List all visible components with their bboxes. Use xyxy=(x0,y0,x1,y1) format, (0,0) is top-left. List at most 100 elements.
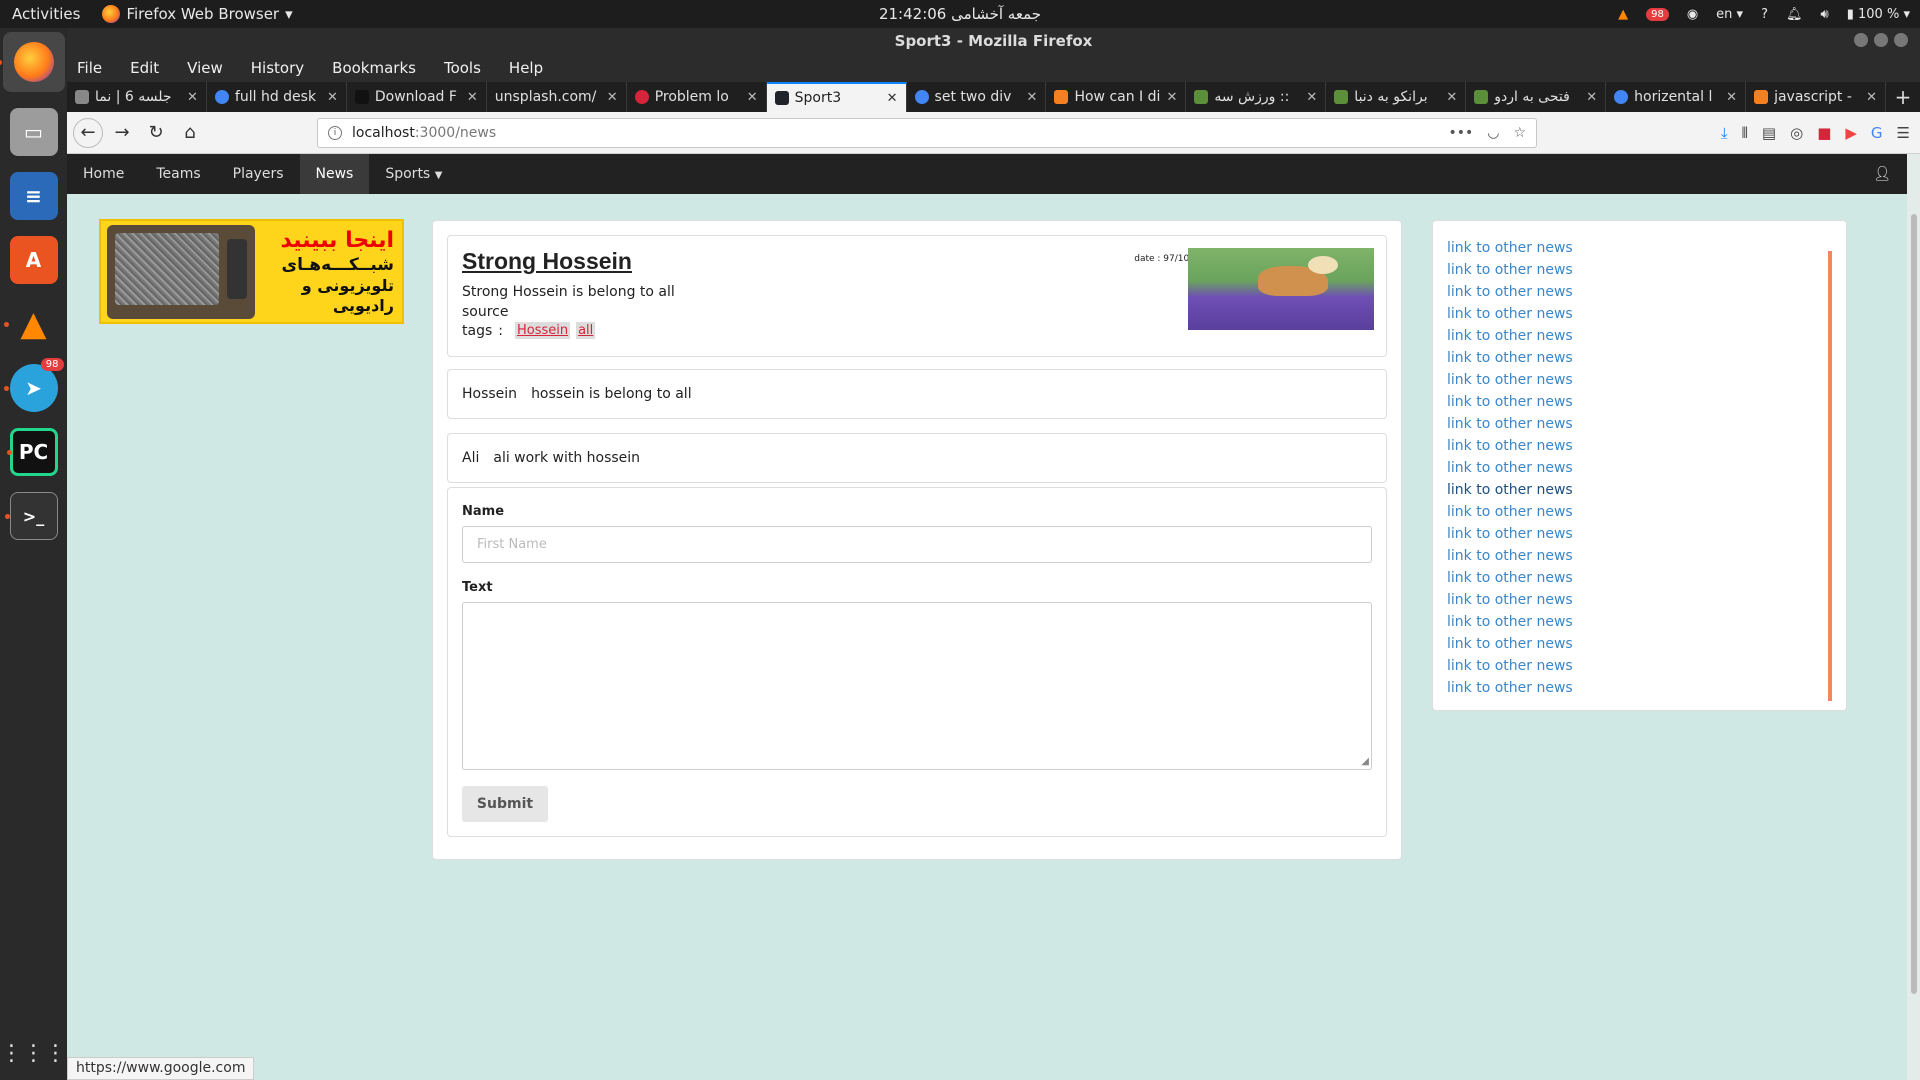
more-actions-icon[interactable]: ••• xyxy=(1448,125,1473,141)
show-applications-icon[interactable]: ⋮⋮⋮ xyxy=(1,1041,67,1066)
other-news-link[interactable]: link to other news xyxy=(1447,435,1573,457)
app-menu[interactable]: Firefox Web Browser ▾ xyxy=(102,5,293,23)
other-news-link[interactable]: link to other news xyxy=(1447,589,1573,611)
menu-bookmarks[interactable]: Bookmarks xyxy=(332,59,416,77)
info-icon[interactable]: i xyxy=(328,125,342,140)
dock-writer[interactable]: ≡ xyxy=(9,172,58,220)
sidebar-icon[interactable]: ▤ xyxy=(1762,124,1776,142)
other-news-link[interactable]: link to other news xyxy=(1447,611,1573,633)
telegram-tray-badge[interactable]: 98 xyxy=(1646,7,1669,21)
clock[interactable]: 21:42:06 جمعه آخشامی xyxy=(879,5,1041,23)
bookmark-star-icon[interactable]: ☆ xyxy=(1513,125,1526,141)
other-news-link[interactable]: link to other news xyxy=(1447,545,1573,567)
browser-tab[interactable]: horizental l ✕ xyxy=(1606,82,1747,112)
menu-tools[interactable]: Tools xyxy=(444,59,481,77)
nav-sports-dropdown[interactable]: Sports ▼ xyxy=(369,154,458,194)
menu-file[interactable]: File xyxy=(77,59,102,77)
other-news-link[interactable]: link to other news xyxy=(1447,347,1573,369)
other-news-link[interactable]: link to other news xyxy=(1447,369,1573,391)
help-icon[interactable]: ? xyxy=(1761,7,1768,22)
browser-tab[interactable]: جلسه 6 | نما ✕ xyxy=(67,82,207,112)
close-tab-icon[interactable]: ✕ xyxy=(1726,90,1737,105)
nav-home[interactable]: Home xyxy=(67,154,140,194)
bell-icon[interactable]: 🔔︎ xyxy=(1786,7,1803,22)
url-bar[interactable]: i localhost:3000/news ••• ◡ ☆ xyxy=(317,117,1537,148)
dock-terminal[interactable]: >_ xyxy=(4,492,58,540)
close-tab-icon[interactable]: ✕ xyxy=(187,90,198,105)
pocket-icon[interactable]: ◡ xyxy=(1487,125,1499,141)
other-news-link[interactable]: link to other news xyxy=(1447,457,1573,479)
close-icon[interactable] xyxy=(1894,33,1908,47)
other-news-link[interactable]: link to other news xyxy=(1447,479,1573,501)
close-tab-icon[interactable]: ✕ xyxy=(1166,90,1177,105)
browser-tab[interactable]: برانکو به دنبا ✕ xyxy=(1326,82,1467,112)
back-button[interactable]: ← xyxy=(73,117,103,148)
close-tab-icon[interactable]: ✕ xyxy=(607,90,618,105)
other-news-link[interactable]: link to other news xyxy=(1447,303,1573,325)
other-news-link[interactable]: link to other news xyxy=(1447,281,1573,303)
dock-telegram[interactable]: ➤ 98 xyxy=(3,358,64,412)
browser-tab-active[interactable]: Sport3 ✕ xyxy=(766,82,907,112)
download-icon[interactable]: ⤓ xyxy=(1721,124,1728,142)
extension-icon[interactable]: ◎ xyxy=(1790,124,1803,142)
news-title[interactable]: Strong Hossein xyxy=(462,248,632,275)
volume-icon[interactable]: 🔊︎ xyxy=(1821,7,1829,22)
close-tab-icon[interactable]: ✕ xyxy=(1446,90,1457,105)
browser-tab[interactable]: unsplash.com/ ✕ xyxy=(487,82,627,112)
resize-grip-icon[interactable]: ◢ xyxy=(1361,756,1369,767)
other-news-link[interactable]: link to other news xyxy=(1447,567,1573,589)
nav-teams[interactable]: Teams xyxy=(140,154,216,194)
tag-all[interactable]: all xyxy=(576,322,596,339)
dock-firefox[interactable] xyxy=(0,32,65,92)
translate-icon[interactable]: G xyxy=(1871,124,1883,142)
dock-files[interactable]: ▭ xyxy=(9,108,58,156)
dock-software[interactable]: A xyxy=(9,236,58,284)
other-news-link[interactable]: link to other news xyxy=(1447,237,1573,259)
extension-play-icon[interactable]: ▶ xyxy=(1845,124,1857,142)
new-tab-button[interactable]: + xyxy=(1886,82,1920,112)
maximize-icon[interactable] xyxy=(1874,33,1888,47)
dock-pycharm[interactable]: PC xyxy=(6,428,58,476)
minimize-icon[interactable] xyxy=(1854,33,1868,47)
other-news-link[interactable]: link to other news xyxy=(1447,391,1573,413)
name-input[interactable]: First Name xyxy=(462,526,1372,563)
browser-tab[interactable]: Download F ✕ xyxy=(347,82,487,112)
page-scrollbar[interactable] xyxy=(1907,154,1920,1080)
scrollbar-thumb[interactable] xyxy=(1911,214,1917,994)
browser-tab[interactable]: full hd desk ✕ xyxy=(207,82,347,112)
close-tab-icon[interactable]: ✕ xyxy=(1306,90,1317,105)
nav-news[interactable]: News xyxy=(299,154,370,194)
browser-tab[interactable]: Problem lo ✕ xyxy=(627,82,767,112)
record-icon[interactable]: ◉ xyxy=(1687,7,1698,22)
browser-tab[interactable]: javascript - ✕ xyxy=(1746,82,1886,112)
submit-button[interactable]: Submit xyxy=(462,786,548,822)
language-indicator[interactable]: en ▾ xyxy=(1716,7,1743,22)
home-button[interactable]: ⌂ xyxy=(175,118,205,148)
browser-tab[interactable]: How can I di ✕ xyxy=(1046,82,1187,112)
other-news-link[interactable]: link to other news xyxy=(1447,259,1573,281)
menu-history[interactable]: History xyxy=(251,59,304,77)
menu-edit[interactable]: Edit xyxy=(130,59,159,77)
close-tab-icon[interactable]: ✕ xyxy=(327,90,338,105)
vlc-cone-icon[interactable]: ▲ xyxy=(1618,7,1628,22)
activities-button[interactable]: Activities xyxy=(12,5,80,23)
text-area[interactable]: ◢ xyxy=(462,602,1372,770)
menu-help[interactable]: Help xyxy=(509,59,543,77)
reload-button[interactable]: ↻ xyxy=(141,118,171,148)
library-icon[interactable]: ⫴ xyxy=(1742,124,1748,142)
browser-tab[interactable]: set two div ✕ xyxy=(907,82,1047,112)
battery-indicator[interactable]: ▮ 100 % ▾ xyxy=(1847,7,1910,22)
browser-tab[interactable]: ورزش سه :: ✕ xyxy=(1186,82,1327,112)
nav-players[interactable]: Players xyxy=(217,154,300,194)
side-scrollbar[interactable] xyxy=(1828,251,1832,701)
browser-tab[interactable]: فتحی به اردو ✕ xyxy=(1466,82,1607,112)
close-tab-icon[interactable]: ✕ xyxy=(467,90,478,105)
other-news-link[interactable]: link to other news xyxy=(1447,655,1573,677)
dock-vlc[interactable]: ▲ xyxy=(3,300,58,348)
other-news-link[interactable]: link to other news xyxy=(1447,413,1573,435)
other-news-link[interactable]: link to other news xyxy=(1447,501,1573,523)
menu-view[interactable]: View xyxy=(187,59,223,77)
extension-red-icon[interactable]: ■ xyxy=(1817,124,1831,142)
forward-button[interactable]: → xyxy=(107,118,137,148)
close-tab-icon[interactable]: ✕ xyxy=(1586,90,1597,105)
